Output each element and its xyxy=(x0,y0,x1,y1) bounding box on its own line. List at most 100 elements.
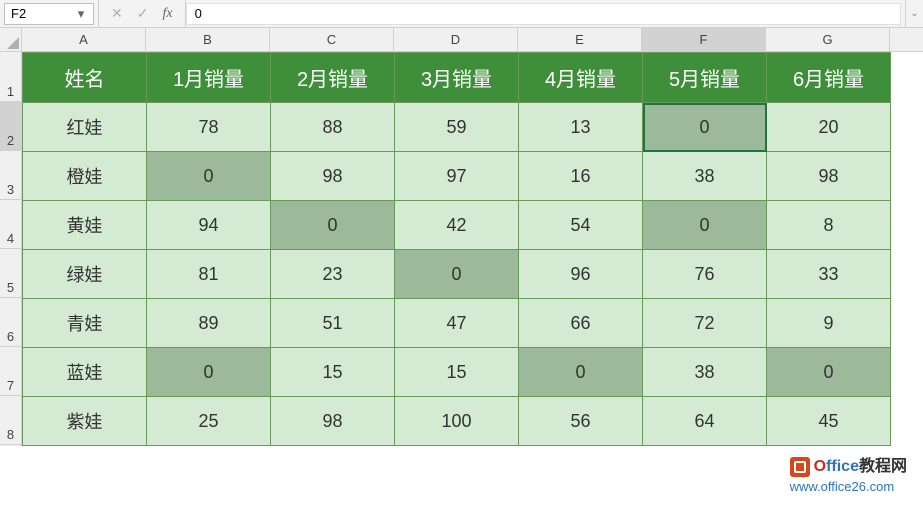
data-cell[interactable]: 89 xyxy=(147,299,271,348)
data-cell[interactable]: 56 xyxy=(519,397,643,446)
data-cell[interactable]: 13 xyxy=(519,103,643,152)
watermark-url: www.office26.com xyxy=(790,479,895,494)
watermark: Office教程网 www.office26.com xyxy=(790,457,907,496)
row-header-4[interactable]: 4 xyxy=(0,200,21,249)
data-cell[interactable]: 0 xyxy=(643,201,767,250)
data-cell[interactable]: 98 xyxy=(767,152,891,201)
data-cell[interactable]: 33 xyxy=(767,250,891,299)
row-header-1[interactable]: 1 xyxy=(0,52,21,102)
data-cell[interactable]: 98 xyxy=(271,397,395,446)
name-cell[interactable]: 红娃 xyxy=(23,103,147,152)
table-header-cell[interactable]: 1月销量 xyxy=(147,53,271,103)
data-cell[interactable]: 81 xyxy=(147,250,271,299)
column-header-d[interactable]: D xyxy=(394,28,518,51)
formula-bar: F2 ▾ ✕ ✓ fx 0 ⌄ xyxy=(0,0,923,28)
column-header-e[interactable]: E xyxy=(518,28,642,51)
data-cell[interactable]: 78 xyxy=(147,103,271,152)
data-cell[interactable]: 72 xyxy=(643,299,767,348)
data-cell[interactable]: 42 xyxy=(395,201,519,250)
data-cell[interactable]: 45 xyxy=(767,397,891,446)
column-header-f[interactable]: F xyxy=(642,28,766,51)
data-cell[interactable]: 98 xyxy=(271,152,395,201)
accept-icon[interactable]: ✓ xyxy=(137,5,149,22)
data-cell[interactable]: 64 xyxy=(643,397,767,446)
data-table: 姓名1月销量2月销量3月销量4月销量5月销量6月销量 红娃78885913020… xyxy=(22,52,891,446)
data-cell[interactable]: 88 xyxy=(271,103,395,152)
formula-bar-buttons: ✕ ✓ fx xyxy=(98,0,186,27)
table-header-cell[interactable]: 6月销量 xyxy=(767,53,891,103)
row-header-3[interactable]: 3 xyxy=(0,151,21,200)
name-cell[interactable]: 绿娃 xyxy=(23,250,147,299)
data-cell[interactable]: 23 xyxy=(271,250,395,299)
name-box[interactable]: F2 ▾ xyxy=(4,3,94,25)
column-header-b[interactable]: B xyxy=(146,28,270,51)
table-header-cell[interactable]: 5月销量 xyxy=(643,53,767,103)
name-cell[interactable]: 紫娃 xyxy=(23,397,147,446)
data-cell[interactable]: 54 xyxy=(519,201,643,250)
table-row: 紫娃2598100566445 xyxy=(23,397,891,446)
data-cell[interactable]: 38 xyxy=(643,348,767,397)
data-cell[interactable]: 100 xyxy=(395,397,519,446)
data-cell[interactable]: 51 xyxy=(271,299,395,348)
row-headers: 12345678 xyxy=(0,52,22,446)
data-cell[interactable]: 15 xyxy=(395,348,519,397)
data-cell[interactable]: 76 xyxy=(643,250,767,299)
data-cell[interactable]: 25 xyxy=(147,397,271,446)
data-cell[interactable]: 66 xyxy=(519,299,643,348)
watermark-brand-pre: O xyxy=(814,458,826,475)
watermark-brand-suf: 教程网 xyxy=(859,458,907,475)
table-row: 绿娃81230967633 xyxy=(23,250,891,299)
table-row: 黄娃940425408 xyxy=(23,201,891,250)
column-header-g[interactable]: G xyxy=(766,28,890,51)
data-cell[interactable]: 20 xyxy=(767,103,891,152)
watermark-logo-icon xyxy=(790,457,810,477)
data-cell[interactable]: 0 xyxy=(519,348,643,397)
name-cell[interactable]: 橙娃 xyxy=(23,152,147,201)
data-cell[interactable]: 0 xyxy=(271,201,395,250)
data-cell[interactable]: 15 xyxy=(271,348,395,397)
data-cell[interactable]: 47 xyxy=(395,299,519,348)
row-header-8[interactable]: 8 xyxy=(0,396,21,445)
data-cell[interactable]: 0 xyxy=(395,250,519,299)
dropdown-icon[interactable]: ▾ xyxy=(75,8,87,20)
data-cell[interactable]: 0 xyxy=(767,348,891,397)
data-cell[interactable]: 16 xyxy=(519,152,643,201)
row-header-2[interactable]: 2 xyxy=(0,102,21,151)
table-header-cell[interactable]: 4月销量 xyxy=(519,53,643,103)
name-cell[interactable]: 黄娃 xyxy=(23,201,147,250)
table-header-cell[interactable]: 姓名 xyxy=(23,53,147,103)
row-header-7[interactable]: 7 xyxy=(0,347,21,396)
table-row: 青娃89514766729 xyxy=(23,299,891,348)
formula-input[interactable]: 0 xyxy=(186,3,901,25)
select-all-button[interactable] xyxy=(0,28,22,52)
row-header-6[interactable]: 6 xyxy=(0,298,21,347)
name-cell[interactable]: 蓝娃 xyxy=(23,348,147,397)
data-cell[interactable]: 59 xyxy=(395,103,519,152)
data-cell[interactable]: 96 xyxy=(519,250,643,299)
name-cell[interactable]: 青娃 xyxy=(23,299,147,348)
table-header-row: 姓名1月销量2月销量3月销量4月销量5月销量6月销量 xyxy=(23,53,891,103)
data-cell[interactable]: 8 xyxy=(767,201,891,250)
table-header-cell[interactable]: 2月销量 xyxy=(271,53,395,103)
data-cell[interactable]: 97 xyxy=(395,152,519,201)
watermark-brand-mid: ffice xyxy=(826,458,859,475)
table-row: 橙娃09897163898 xyxy=(23,152,891,201)
fx-icon[interactable]: fx xyxy=(162,6,172,22)
table-row: 红娃78885913020 xyxy=(23,103,891,152)
data-cell[interactable]: 0 xyxy=(643,103,767,152)
expand-formula-bar-icon[interactable]: ⌄ xyxy=(905,0,923,27)
table-header-cell[interactable]: 3月销量 xyxy=(395,53,519,103)
data-cell[interactable]: 0 xyxy=(147,348,271,397)
column-header-c[interactable]: C xyxy=(270,28,394,51)
column-header-a[interactable]: A xyxy=(22,28,146,51)
data-cell[interactable]: 9 xyxy=(767,299,891,348)
data-cell[interactable]: 94 xyxy=(147,201,271,250)
data-cell[interactable]: 38 xyxy=(643,152,767,201)
data-cell[interactable]: 0 xyxy=(147,152,271,201)
formula-value: 0 xyxy=(195,6,202,21)
table-row: 蓝娃015150380 xyxy=(23,348,891,397)
cancel-icon[interactable]: ✕ xyxy=(111,5,123,22)
row-header-5[interactable]: 5 xyxy=(0,249,21,298)
spreadsheet-grid: ABCDEFG 12345678 姓名1月销量2月销量3月销量4月销量5月销量6… xyxy=(0,28,923,446)
table-body: 红娃78885913020橙娃09897163898黄娃940425408绿娃8… xyxy=(23,103,891,446)
